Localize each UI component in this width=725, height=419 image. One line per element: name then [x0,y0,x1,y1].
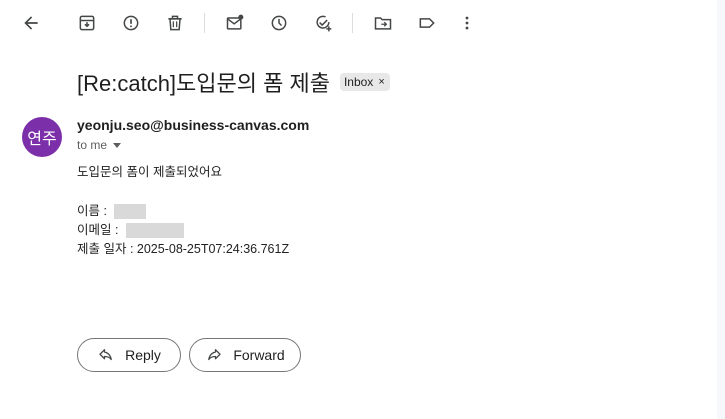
email-toolbar [0,0,717,46]
archive-button[interactable] [74,10,100,36]
avatar-initials: 연주 [27,131,57,148]
reply-button[interactable]: Reply [77,338,181,372]
snooze-icon [271,15,287,31]
label-button[interactable] [414,10,440,36]
report-spam-button[interactable] [118,10,144,36]
email-subject: [Re:catch]도입문의 폼 제출 [77,71,330,96]
reply-icon [99,349,112,361]
back-button[interactable] [18,10,44,36]
forward-button[interactable]: Forward [189,338,301,372]
add-to-tasks-icon [316,15,332,32]
label-icon [419,18,435,28]
redacted-name [114,204,147,219]
forward-icon [208,349,221,361]
reply-label: Reply [125,347,161,363]
move-to-button[interactable] [370,10,396,36]
forward-label: Forward [233,347,285,363]
redacted-email [125,223,184,238]
delete-button[interactable] [162,10,188,36]
label-chip-text: Inbox [343,75,374,89]
snooze-button[interactable] [266,10,292,36]
mark-unread-icon [226,14,244,30]
recipient-label: to me [77,138,108,152]
toolbar-divider [352,13,353,33]
email-body: 도입문의 폼이 제출되었어요 이름 : 이메일 : 제출 일자 : 2025-0… [77,163,289,259]
more-options-button[interactable] [454,10,480,36]
body-line-email: 이메일 : [77,221,289,240]
delete-icon [168,15,182,31]
subject-row: [Re:catch]도입문의 폼 제출 Inbox × [77,66,390,98]
move-to-icon [374,17,392,30]
recipient-details[interactable]: to me [77,138,122,152]
archive-icon [79,15,95,31]
body-line-date: 제출 일자 : 2025-08-25T07:24:36.761Z [77,242,290,256]
body-line-intro: 도입문의 폼이 제출되었어요 [77,165,222,179]
mark-unread-button[interactable] [222,10,248,36]
back-icon [24,16,38,30]
add-to-tasks-button[interactable] [310,10,336,36]
chevron-down-icon[interactable] [113,142,122,148]
name-label: 이름 : [77,204,111,218]
sender-email[interactable]: yeonju.seo@business-canvas.com [77,117,309,133]
email-panel: [Re:catch]도입문의 폼 제출 Inbox × 연주 yeonju.se… [0,0,717,419]
body-line-name: 이름 : [77,202,289,221]
report-spam-icon [123,15,139,31]
more-icon [465,16,469,30]
inbox-label-chip[interactable]: Inbox × [339,73,390,91]
email-label: 이메일 : [77,223,122,237]
sender-avatar[interactable]: 연주 [22,117,62,157]
toolbar-divider [204,13,205,33]
remove-label-icon[interactable]: × [378,76,384,88]
